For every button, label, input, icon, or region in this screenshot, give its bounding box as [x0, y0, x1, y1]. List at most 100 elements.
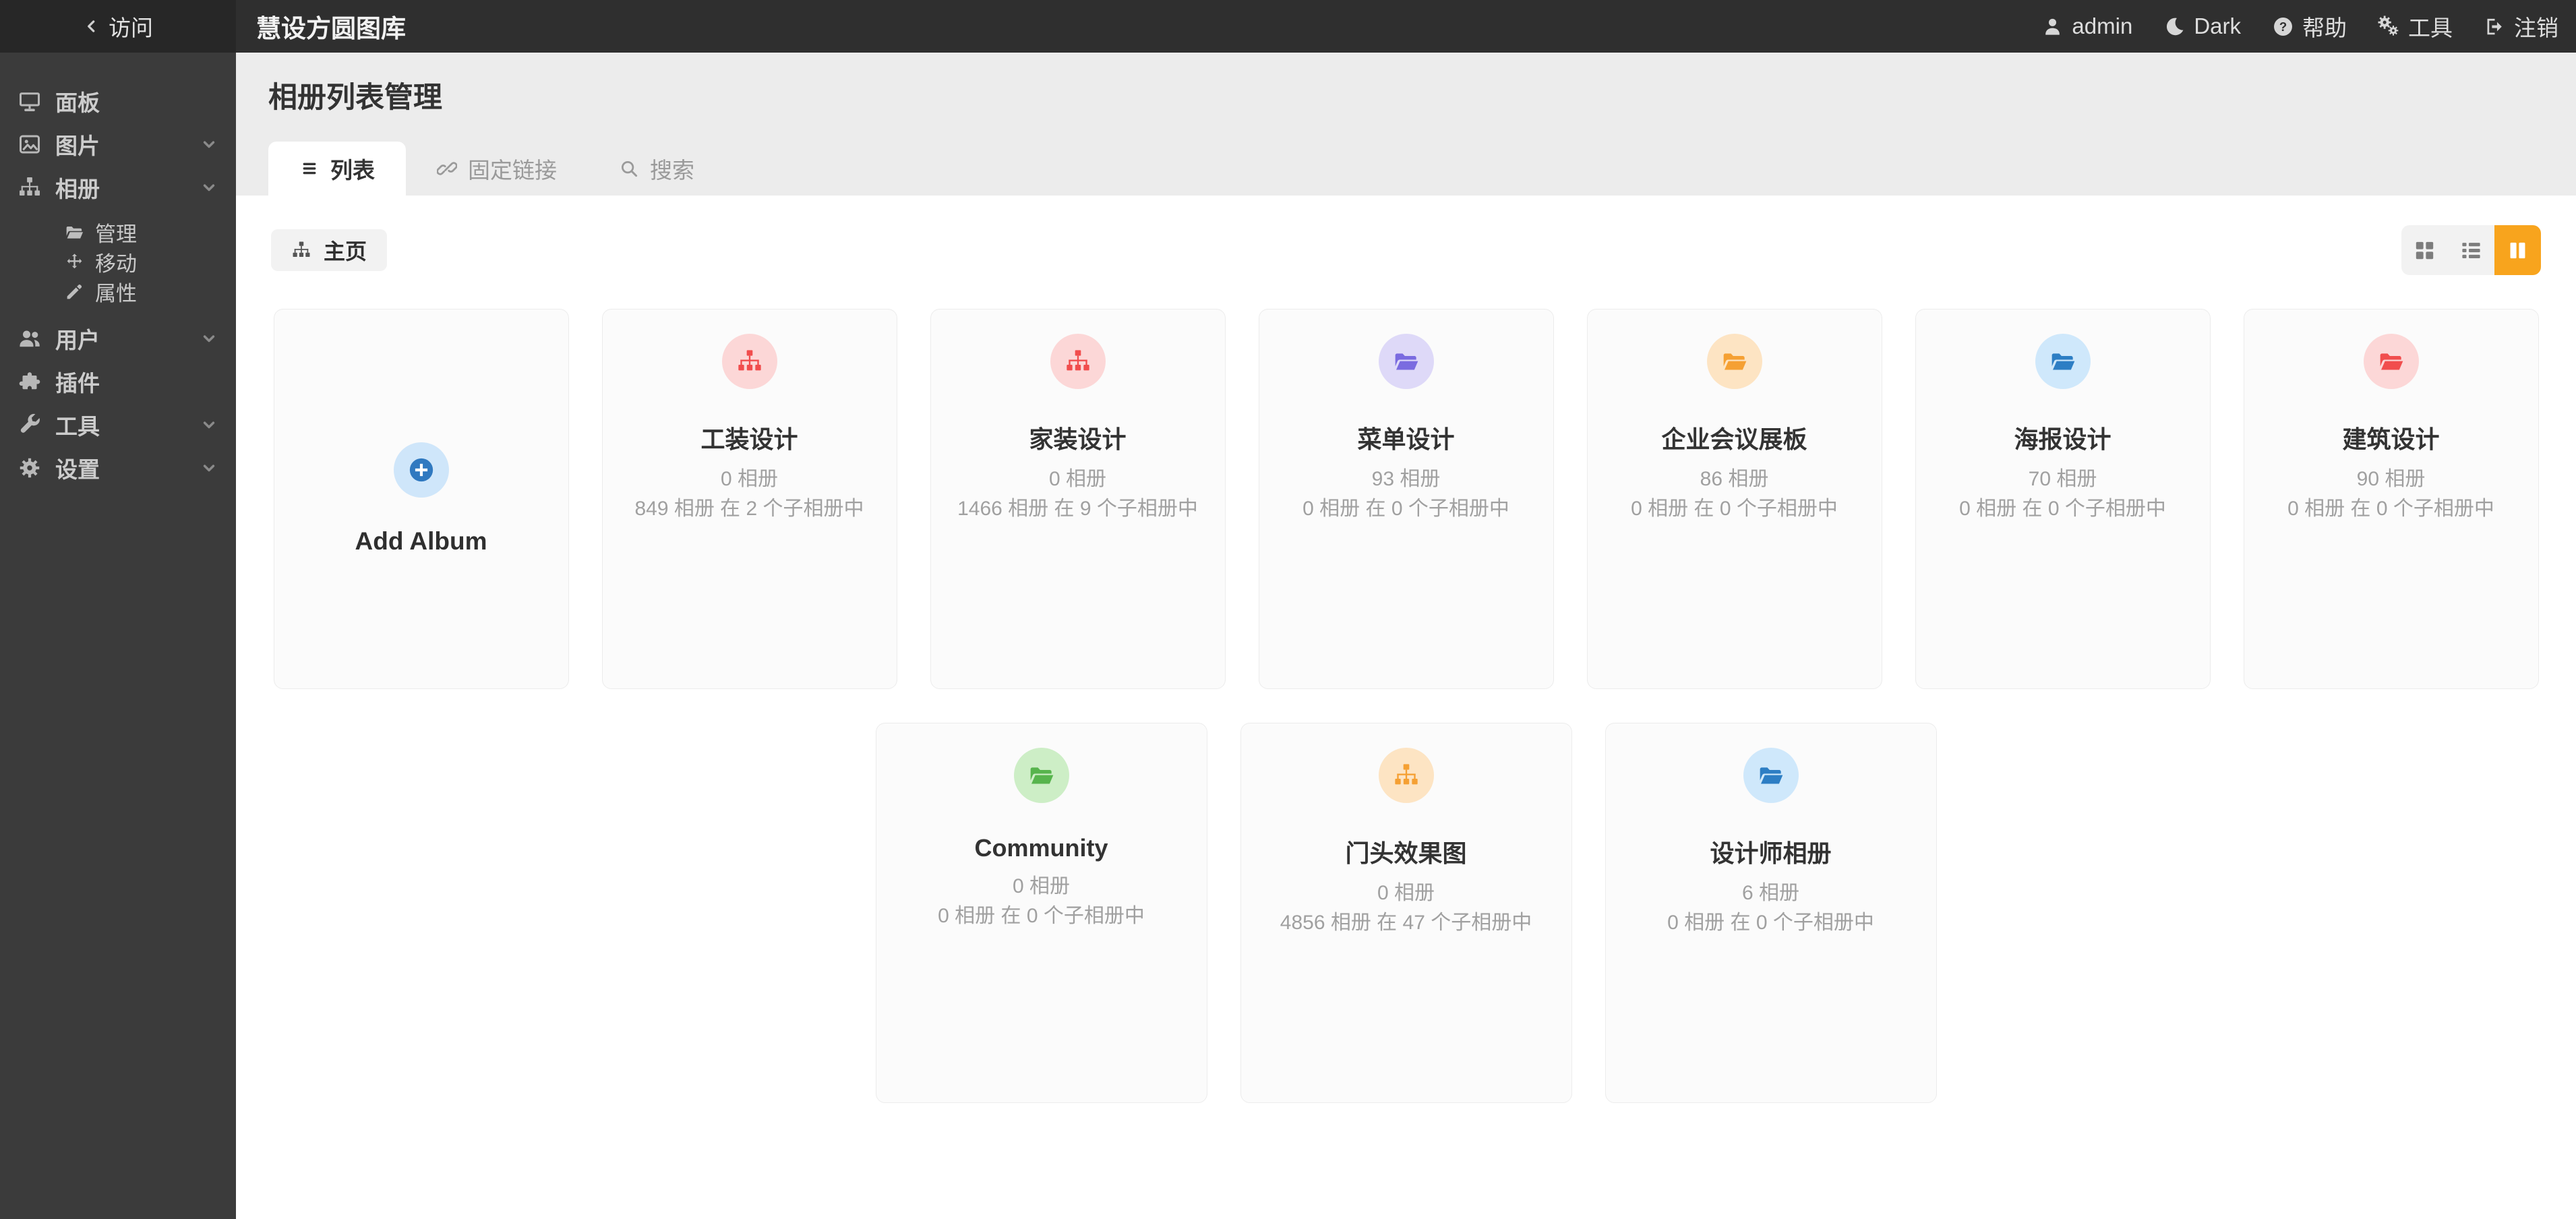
sidebar-subitem-move[interactable]: 移动: [0, 247, 236, 276]
album-icon-circle: [1013, 748, 1069, 803]
sub-album-count: 0 相册 在 0 个子相册中: [2287, 498, 2494, 520]
folder-open-icon: [2378, 348, 2405, 375]
page-title: 相册列表管理: [268, 82, 442, 114]
user-icon: [2041, 16, 2064, 38]
album-card[interactable]: 建筑设计 90 相册 0 相册 在 0 个子相册中: [2243, 309, 2539, 689]
tab-permalinks[interactable]: 固定链接: [406, 142, 588, 196]
desktop-icon: [18, 89, 42, 113]
album-count: 70 相册: [2028, 468, 2097, 490]
plus-circle-icon: [407, 456, 436, 484]
album-icon-circle: [2035, 334, 2091, 389]
sidebar-item-users[interactable]: 用户: [0, 317, 236, 360]
sidebar-item-photos[interactable]: 图片: [0, 123, 236, 166]
main-area: 相册列表管理 列表 固定链接 搜索 主页 Add Album 工装设计 0 相册…: [236, 53, 2576, 1219]
add-album-circle: [393, 442, 449, 498]
album-card[interactable]: 工装设计 0 相册 849 相册 在 2 个子相册中: [601, 309, 897, 689]
chevron-down-icon: [200, 178, 218, 197]
sign-out-icon: [2484, 16, 2506, 38]
app-title: 慧设方圆图库: [256, 15, 406, 42]
content-area: 主页 Add Album 工装设计 0 相册 849 相册 在 2 个子相册中 …: [236, 196, 2576, 1103]
album-name: 企业会议展板: [1661, 425, 1807, 453]
sitemap-icon: [18, 175, 42, 200]
topbar-menu: admin Dark 帮助 工具 注销: [2041, 10, 2576, 42]
sitemap-icon: [736, 348, 763, 375]
add-album-label: Add Album: [355, 527, 487, 555]
help-icon: [2272, 16, 2294, 38]
sidebar-nav: 面板 图片 相册 管理 移动 属性 用户 插件 工具 设置: [0, 53, 236, 489]
back-label: 访问: [109, 16, 153, 40]
sidebar: 面板 图片 相册 管理 移动 属性 用户 插件 工具 设置: [0, 53, 236, 1219]
view-toggle: [2401, 225, 2541, 275]
sub-album-count: 0 相册 在 0 个子相册中: [1631, 498, 1838, 520]
album-card[interactable]: 设计师相册 6 相册 0 相册 在 0 个子相册中: [1605, 723, 1937, 1103]
album-name: 工装设计: [700, 425, 798, 453]
sub-album-count: 1466 相册 在 9 个子相册中: [957, 498, 1198, 520]
users-icon: [18, 326, 42, 351]
sub-album-count: 0 相册 在 0 个子相册中: [1959, 498, 2166, 520]
album-name: Community: [974, 834, 1108, 862]
topbar-theme-button[interactable]: Dark: [2163, 13, 2241, 39]
sidebar-item-tools[interactable]: 工具: [0, 403, 236, 446]
album-card[interactable]: 家装设计 0 相册 1466 相册 在 9 个子相册中: [930, 309, 1226, 689]
album-name: 门头效果图: [1345, 839, 1467, 867]
back-to-gallery-button[interactable]: 访问: [0, 0, 236, 53]
sidebar-item-dashboard[interactable]: 面板: [0, 80, 236, 123]
breadcrumb-label: 主页: [324, 239, 367, 264]
pencil-icon: [65, 282, 84, 301]
gears-icon: [2378, 16, 2400, 38]
album-count: 0 相册: [1012, 875, 1071, 897]
view-columns-button[interactable]: [2494, 225, 2541, 275]
sitemap-icon: [1065, 348, 1091, 375]
sidebar-item-plugins[interactable]: 插件: [0, 360, 236, 403]
sub-album-count: 0 相册 在 0 个子相册中: [938, 905, 1145, 927]
add-album-card[interactable]: Add Album: [273, 309, 569, 689]
album-count: 0 相册: [720, 468, 778, 490]
sub-album-count: 4856 相册 在 47 个子相册中: [1280, 912, 1532, 934]
folder-open-icon: [1758, 762, 1785, 789]
puzzle-icon: [18, 369, 42, 394]
sidebar-item-settings[interactable]: 设置: [0, 446, 236, 489]
topbar-tools-button[interactable]: 工具: [2378, 10, 2453, 42]
columns-icon: [2506, 239, 2529, 262]
wrench-icon: [18, 413, 42, 437]
sidebar-subitem-manage[interactable]: 管理: [0, 217, 236, 247]
album-icon-circle: [721, 334, 777, 389]
grid-icon: [2413, 239, 2436, 262]
album-card[interactable]: 门头效果图 0 相册 4856 相册 在 47 个子相册中: [1240, 723, 1572, 1103]
sub-album-count: 849 相册 在 2 个子相册中: [634, 498, 864, 520]
album-card[interactable]: 菜单设计 93 相册 0 相册 在 0 个子相册中: [1258, 309, 1554, 689]
topbar: 访问 慧设方圆图库 admin Dark 帮助 工具 注销: [0, 0, 2576, 53]
sub-album-count: 0 相册 在 0 个子相册中: [1302, 498, 1509, 520]
folder-open-icon: [1028, 762, 1055, 789]
chevron-down-icon: [200, 135, 218, 154]
tab-list[interactable]: 列表: [268, 142, 406, 196]
album-count: 86 相册: [1700, 468, 1769, 490]
moon-icon: [2163, 16, 2186, 38]
link-icon: [437, 158, 457, 179]
topbar-help-button[interactable]: 帮助: [2272, 10, 2347, 42]
album-name: 海报设计: [2014, 425, 2111, 453]
list-icon: [299, 158, 320, 179]
album-card[interactable]: 海报设计 70 相册 0 相册 在 0 个子相册中: [1915, 309, 2211, 689]
image-icon: [18, 132, 42, 156]
sitemap-icon: [1393, 762, 1420, 789]
sidebar-subitem-properties[interactable]: 属性: [0, 276, 236, 306]
view-list-button[interactable]: [2448, 225, 2494, 275]
topbar-logout-button[interactable]: 注销: [2484, 10, 2558, 42]
sitemap-icon: [291, 240, 311, 260]
album-card[interactable]: 企业会议展板 86 相册 0 相册 在 0 个子相册中: [1586, 309, 1882, 689]
album-count: 0 相册: [1048, 468, 1106, 490]
sidebar-item-albums[interactable]: 相册: [0, 166, 236, 209]
tab-search[interactable]: 搜索: [588, 142, 725, 196]
list-view-icon: [2459, 239, 2483, 262]
view-grid-button[interactable]: [2401, 225, 2448, 275]
album-icon-circle: [1378, 748, 1434, 803]
albums-row-2: Community 0 相册 0 相册 在 0 个子相册中 门头效果图 0 相册…: [236, 723, 2576, 1103]
album-icon-circle: [1378, 334, 1434, 389]
album-icon-circle: [1743, 748, 1799, 803]
album-name: 建筑设计: [2342, 425, 2440, 453]
album-name: 菜单设计: [1357, 425, 1455, 453]
breadcrumb-home-button[interactable]: 主页: [271, 229, 388, 271]
album-card[interactable]: Community 0 相册 0 相册 在 0 个子相册中: [875, 723, 1207, 1103]
topbar-user-button[interactable]: admin: [2041, 13, 2132, 39]
